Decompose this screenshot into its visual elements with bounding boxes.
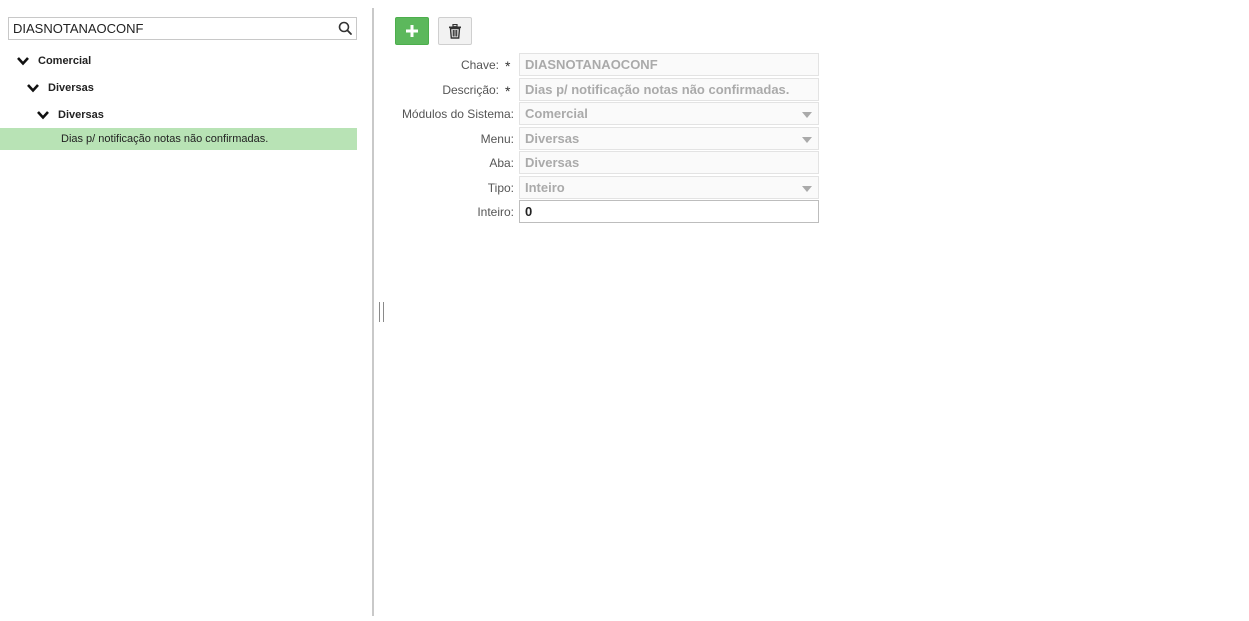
delete-button[interactable] (438, 17, 472, 45)
chave-label: Chave: (460, 58, 499, 72)
tipo-label: Tipo: (487, 181, 514, 195)
chave-field[interactable]: DIASNOTANAOCONF (519, 53, 819, 76)
tree-leaf-selected[interactable]: Dias p/ notificação notas não confirmada… (0, 128, 357, 150)
tree-node-comercial[interactable]: Comercial (16, 50, 91, 72)
descricao-required-mark: * (505, 83, 511, 99)
trash-icon (449, 23, 461, 39)
dropdown-caret-icon (802, 112, 812, 118)
splitter-grip-icon[interactable] (379, 302, 384, 322)
descricao-field[interactable]: Dias p/ notificação notas não confirmada… (519, 78, 819, 101)
tree-leaf-label: Dias p/ notificação notas não confirmada… (61, 133, 269, 145)
tree-node-label: Diversas (48, 82, 94, 94)
menu-value: Diversas (525, 131, 580, 146)
chevron-down-icon[interactable] (16, 54, 30, 68)
modulos-value: Comercial (525, 106, 588, 121)
aba-value: Diversas (525, 155, 580, 170)
chave-required-mark: * (505, 58, 511, 74)
aba-label: Aba: (489, 156, 514, 170)
descricao-value: Dias p/ notificação notas não confirmada… (525, 82, 790, 97)
add-button[interactable] (395, 17, 429, 45)
aba-field[interactable]: Diversas (519, 151, 819, 174)
modulos-label: Módulos do Sistema: (401, 107, 514, 121)
chave-value: DIASNOTANAOCONF (525, 57, 658, 72)
menu-select[interactable]: Diversas (519, 127, 819, 150)
inteiro-input[interactable] (519, 200, 819, 223)
search-input[interactable] (9, 18, 331, 39)
tree-node-label: Diversas (58, 109, 104, 121)
descricao-label: Descrição: (442, 83, 499, 97)
dropdown-caret-icon (802, 186, 812, 192)
tipo-value: Inteiro (525, 180, 565, 195)
tree-node-diversas-menu[interactable]: Diversas (26, 77, 94, 99)
menu-label: Menu: (480, 132, 514, 146)
tree-node-diversas-aba[interactable]: Diversas (36, 104, 104, 126)
search-icon[interactable] (337, 20, 354, 37)
tree-node-label: Comercial (38, 55, 92, 67)
plus-icon (406, 25, 418, 37)
chevron-down-icon[interactable] (26, 81, 40, 95)
tipo-select[interactable]: Inteiro (519, 176, 819, 199)
modulos-select[interactable]: Comercial (519, 102, 819, 125)
dropdown-caret-icon (802, 137, 812, 143)
app-root: Comercial Diversas Diversas Dias p/ noti… (0, 0, 1249, 621)
search-box (8, 17, 357, 40)
inteiro-label: Inteiro: (477, 205, 514, 219)
chevron-down-icon[interactable] (36, 108, 50, 122)
